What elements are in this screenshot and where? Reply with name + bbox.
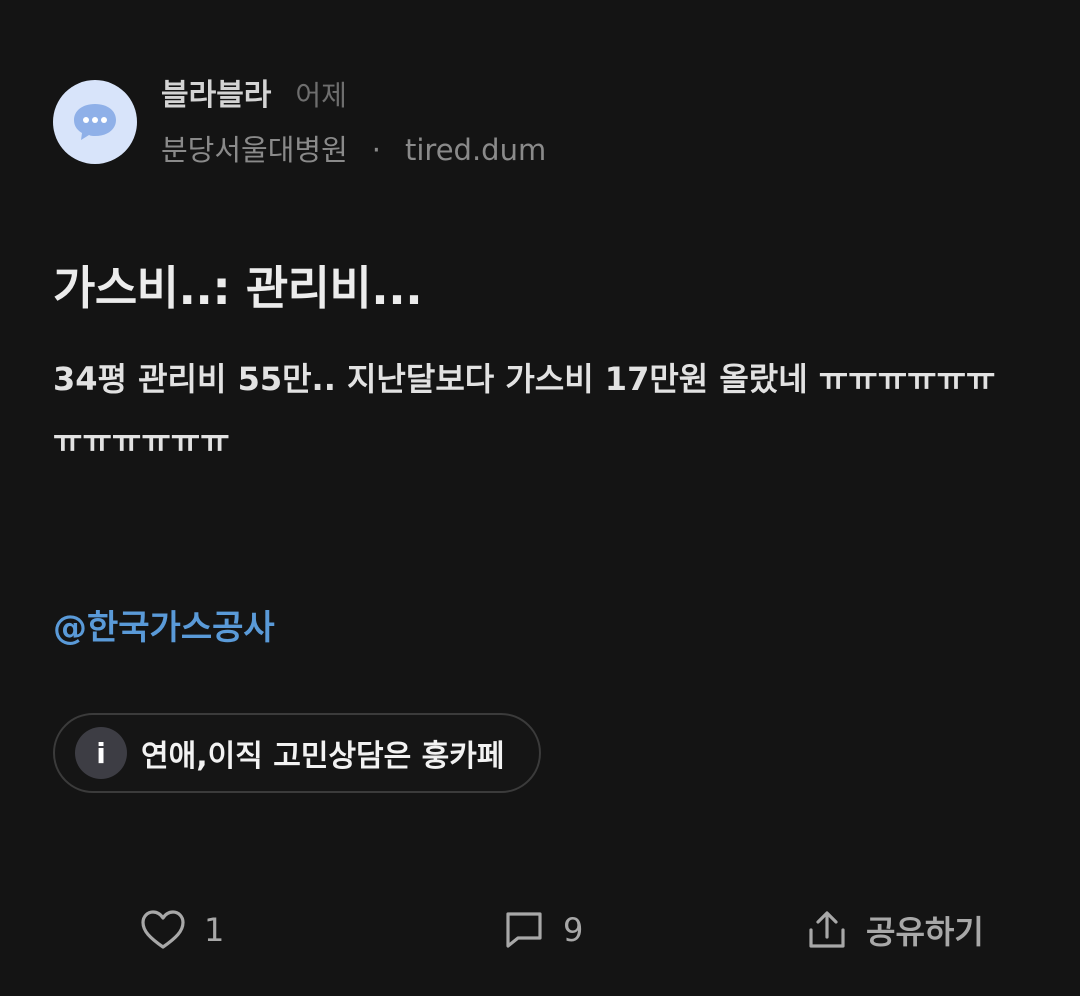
- share-label: 공유하기: [866, 913, 984, 951]
- comment-icon: [506, 912, 542, 948]
- promo-chip[interactable]: i 연애,이직 고민상담은 훙카페: [53, 713, 541, 793]
- like-button[interactable]: 1: [140, 905, 224, 955]
- author-name[interactable]: 블라블라: [161, 76, 271, 116]
- mention-link[interactable]: @한국가스공사: [53, 600, 275, 656]
- meta-separator: ·: [371, 133, 381, 167]
- post-time: 어제: [295, 79, 347, 112]
- author-meta: 블라블라 어제 분당서울대병원 · tired.dum: [161, 78, 547, 170]
- share-button[interactable]: 공유하기: [806, 905, 984, 955]
- like-count: 1: [204, 911, 225, 949]
- share-icon: [809, 911, 845, 948]
- post-title: 가스비..: 관리비...: [53, 261, 423, 315]
- comment-button[interactable]: 9: [503, 905, 583, 955]
- info-icon: i: [75, 727, 127, 779]
- chat-bubble-icon: [74, 104, 116, 140]
- author-nickname: tired.dum: [404, 133, 547, 167]
- post-body: 34평 관리비 55만.. 지난달보다 가스비 17만원 올랐네 ㅠㅠㅠㅠㅠㅠㅠ…: [53, 360, 996, 460]
- promo-chip-label: 연애,이직 고민상담은 훙카페: [141, 739, 505, 774]
- heart-icon: [141, 910, 185, 949]
- avatar[interactable]: [53, 80, 137, 164]
- comment-count: 9: [563, 911, 584, 949]
- author-company: 분당서울대병원: [161, 133, 348, 167]
- post-header: 블라블라 어제 분당서울대병원 · tired.dum: [53, 78, 547, 170]
